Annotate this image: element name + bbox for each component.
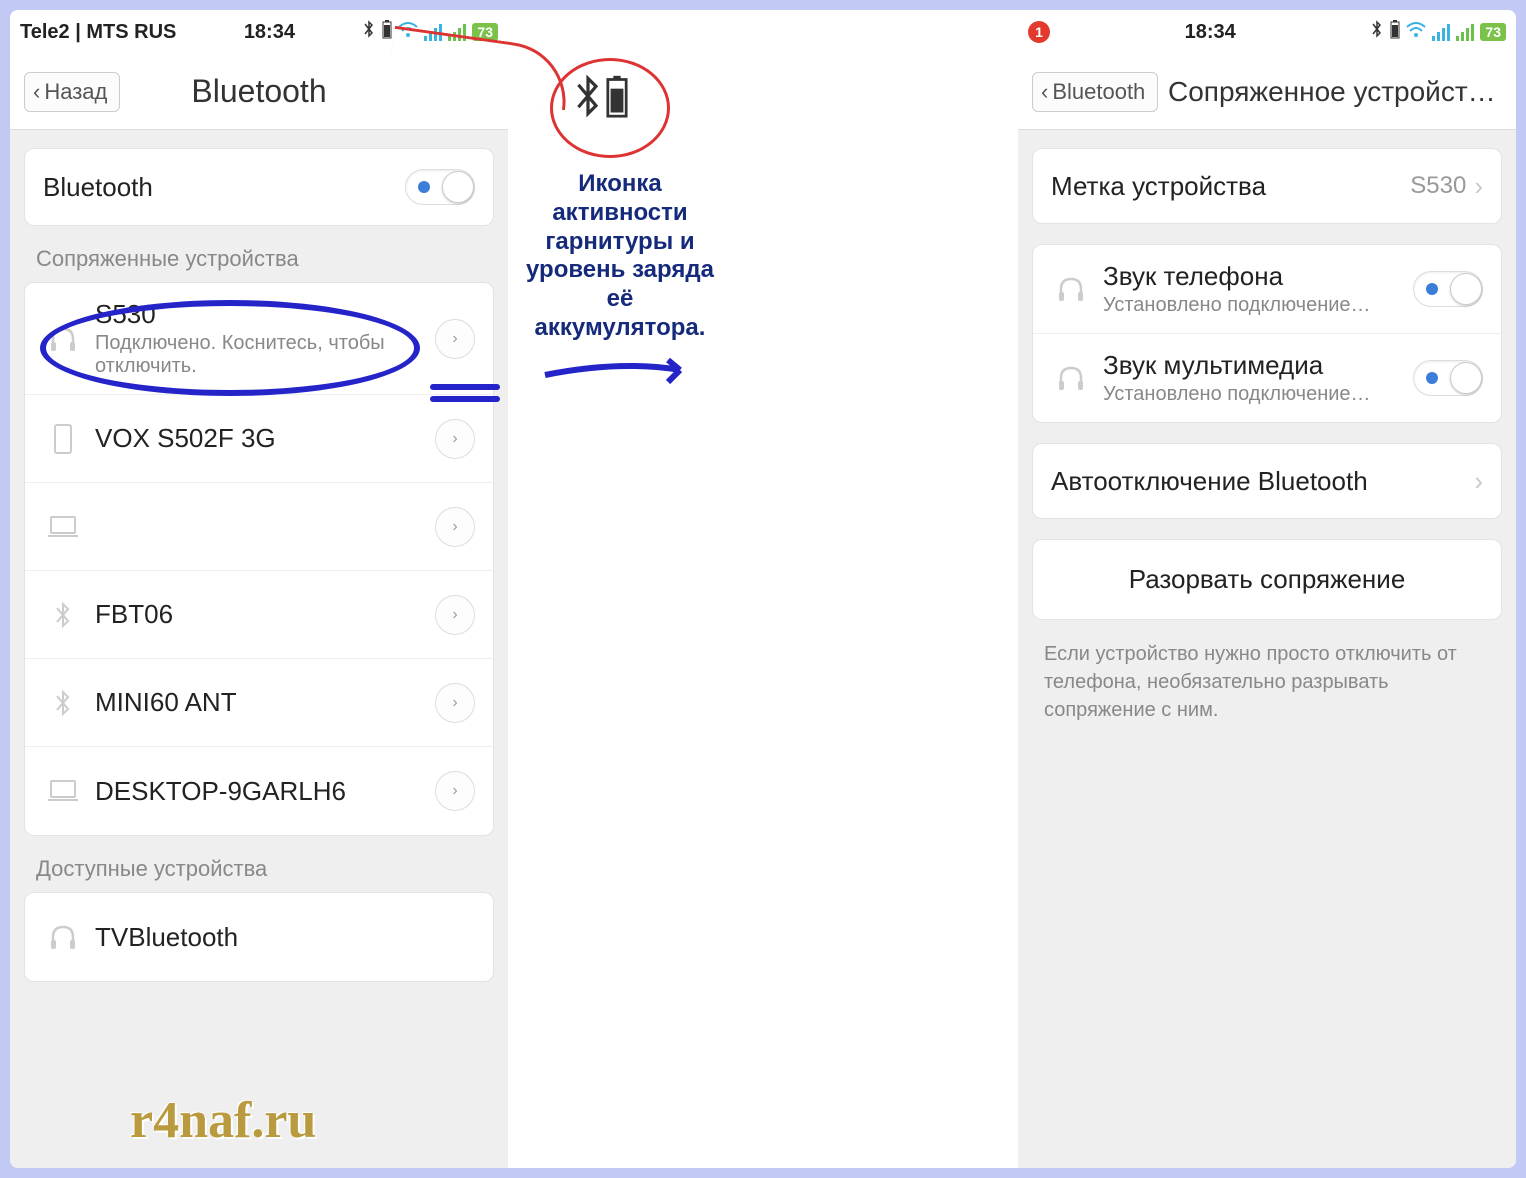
chevron-left-icon: ‹: [33, 79, 40, 105]
content-left: Bluetooth Сопряженные устройства S530 По…: [10, 130, 508, 1168]
annotation-text: Иконка активности гарнитуры и уровень за…: [520, 170, 720, 343]
device-name: VOX S502F 3G: [95, 423, 435, 454]
chevron-left-icon: ‹: [1041, 79, 1048, 105]
chevron-right-icon: ›: [452, 430, 457, 448]
chevron-right-icon: ›: [452, 782, 457, 800]
battery-small-icon: [1390, 19, 1400, 45]
status-bar-right: 1 18:34 73: [1018, 10, 1516, 54]
phone-right: 1 18:34 73 ‹ Bluetooth: [1018, 10, 1516, 1168]
clock: 18:34: [244, 21, 295, 44]
headphones-icon: [43, 324, 83, 354]
audio-name: Звук мультимедиа: [1103, 350, 1413, 381]
device-row-vox[interactable]: VOX S502F 3G ›: [25, 395, 493, 483]
device-detail-button[interactable]: ›: [435, 683, 475, 723]
device-name: FBT06: [95, 599, 435, 630]
signal-bars-1-icon: [1432, 23, 1450, 41]
device-detail-button[interactable]: ›: [435, 319, 475, 359]
device-label-row[interactable]: Метка устройства S530 ›: [1033, 149, 1501, 223]
bluetooth-toggle[interactable]: [405, 169, 475, 205]
device-row-s530[interactable]: S530 Подключено. Коснитесь, чтобы отключ…: [25, 283, 493, 395]
clock: 18:34: [1185, 21, 1236, 44]
device-row-fbt06[interactable]: FBT06 ›: [25, 571, 493, 659]
chevron-right-icon: ›: [1474, 171, 1483, 202]
audio-sub: Установлено подключение…: [1103, 294, 1413, 317]
chevron-right-icon: ›: [452, 694, 457, 712]
back-button[interactable]: ‹ Назад: [24, 72, 120, 112]
battery-badge: 73: [1480, 23, 1506, 41]
bluetooth-battery-big-icon: [570, 72, 628, 120]
signal-bars-2-icon: [1456, 23, 1474, 41]
bluetooth-toggle-row[interactable]: Bluetooth: [25, 149, 493, 225]
phone-audio-row[interactable]: Звук телефона Установлено подключение…: [1033, 245, 1501, 334]
device-sub: Подключено. Коснитесь, чтобы отключить.: [95, 332, 435, 378]
back-button[interactable]: ‹ Bluetooth: [1032, 72, 1158, 112]
chevron-right-icon: ›: [452, 330, 457, 348]
annotation-blue-lines: [430, 384, 500, 408]
wifi-icon: [1406, 21, 1426, 44]
content-right: Метка устройства S530 › Звук телефона Ус…: [1018, 130, 1516, 1168]
device-name: TVBluetooth: [95, 922, 475, 953]
bluetooth-label: Bluetooth: [43, 172, 405, 203]
device-detail-button[interactable]: ›: [435, 419, 475, 459]
headphones-icon: [1051, 363, 1091, 393]
chevron-right-icon: ›: [452, 518, 457, 536]
device-row-tvbt[interactable]: TVBluetooth: [25, 893, 493, 981]
back-label: Назад: [44, 79, 107, 105]
paired-section-label: Сопряженные устройства: [10, 246, 508, 282]
phone-left: Tele2 | MTS RUS 18:34 73 ‹: [10, 10, 508, 1168]
watermark: r4naf.ru: [130, 1091, 316, 1150]
media-audio-row[interactable]: Звук мультимедиа Установлено подключение…: [1033, 334, 1501, 422]
headphones-icon: [1051, 274, 1091, 304]
device-row-mini60[interactable]: MINI60 ANT ›: [25, 659, 493, 747]
annotation-blue-arrow: [540, 350, 700, 390]
device-row-blank[interactable]: ›: [25, 483, 493, 571]
audio-name: Звук телефона: [1103, 261, 1413, 292]
headphones-icon: [43, 922, 83, 952]
device-detail-button[interactable]: ›: [435, 507, 475, 547]
back-label: Bluetooth: [1052, 79, 1145, 105]
chevron-right-icon: ›: [1474, 466, 1483, 497]
phone-icon: [43, 423, 83, 455]
bluetooth-icon: [1370, 19, 1384, 45]
device-detail-button[interactable]: ›: [435, 595, 475, 635]
device-name: DESKTOP-9GARLH6: [95, 776, 435, 807]
device-label-value: S530: [1410, 172, 1466, 200]
audio-sub: Установлено подключение…: [1103, 383, 1413, 406]
device-detail-button[interactable]: ›: [435, 771, 475, 811]
bluetooth-icon: [43, 600, 83, 630]
unpair-hint: Если устройство нужно просто отключить о…: [1018, 640, 1516, 724]
media-audio-toggle[interactable]: [1413, 360, 1483, 396]
device-label-title: Метка устройства: [1051, 171, 1410, 202]
auto-off-row[interactable]: Автоотключение Bluetooth ›: [1033, 444, 1501, 518]
page-title: Сопряженное устройство...: [1168, 76, 1506, 108]
device-name: S530: [95, 299, 435, 330]
header-right: ‹ Bluetooth Сопряженное устройство...: [1018, 54, 1516, 130]
carrier-label: Tele2 | MTS RUS: [20, 21, 176, 44]
device-row-desktop[interactable]: DESKTOP-9GARLH6 ›: [25, 747, 493, 835]
laptop-icon: [43, 514, 83, 540]
device-name: MINI60 ANT: [95, 687, 435, 718]
notification-badge: 1: [1028, 21, 1050, 43]
chevron-right-icon: ›: [452, 606, 457, 624]
bluetooth-icon: [43, 688, 83, 718]
bluetooth-icon: [362, 19, 376, 45]
auto-off-label: Автоотключение Bluetooth: [1051, 466, 1474, 497]
available-section-label: Доступные устройства: [10, 856, 508, 892]
laptop-icon: [43, 778, 83, 804]
unpair-button[interactable]: Разорвать сопряжение: [1033, 540, 1501, 619]
phone-audio-toggle[interactable]: [1413, 271, 1483, 307]
battery-small-icon: [382, 19, 392, 45]
